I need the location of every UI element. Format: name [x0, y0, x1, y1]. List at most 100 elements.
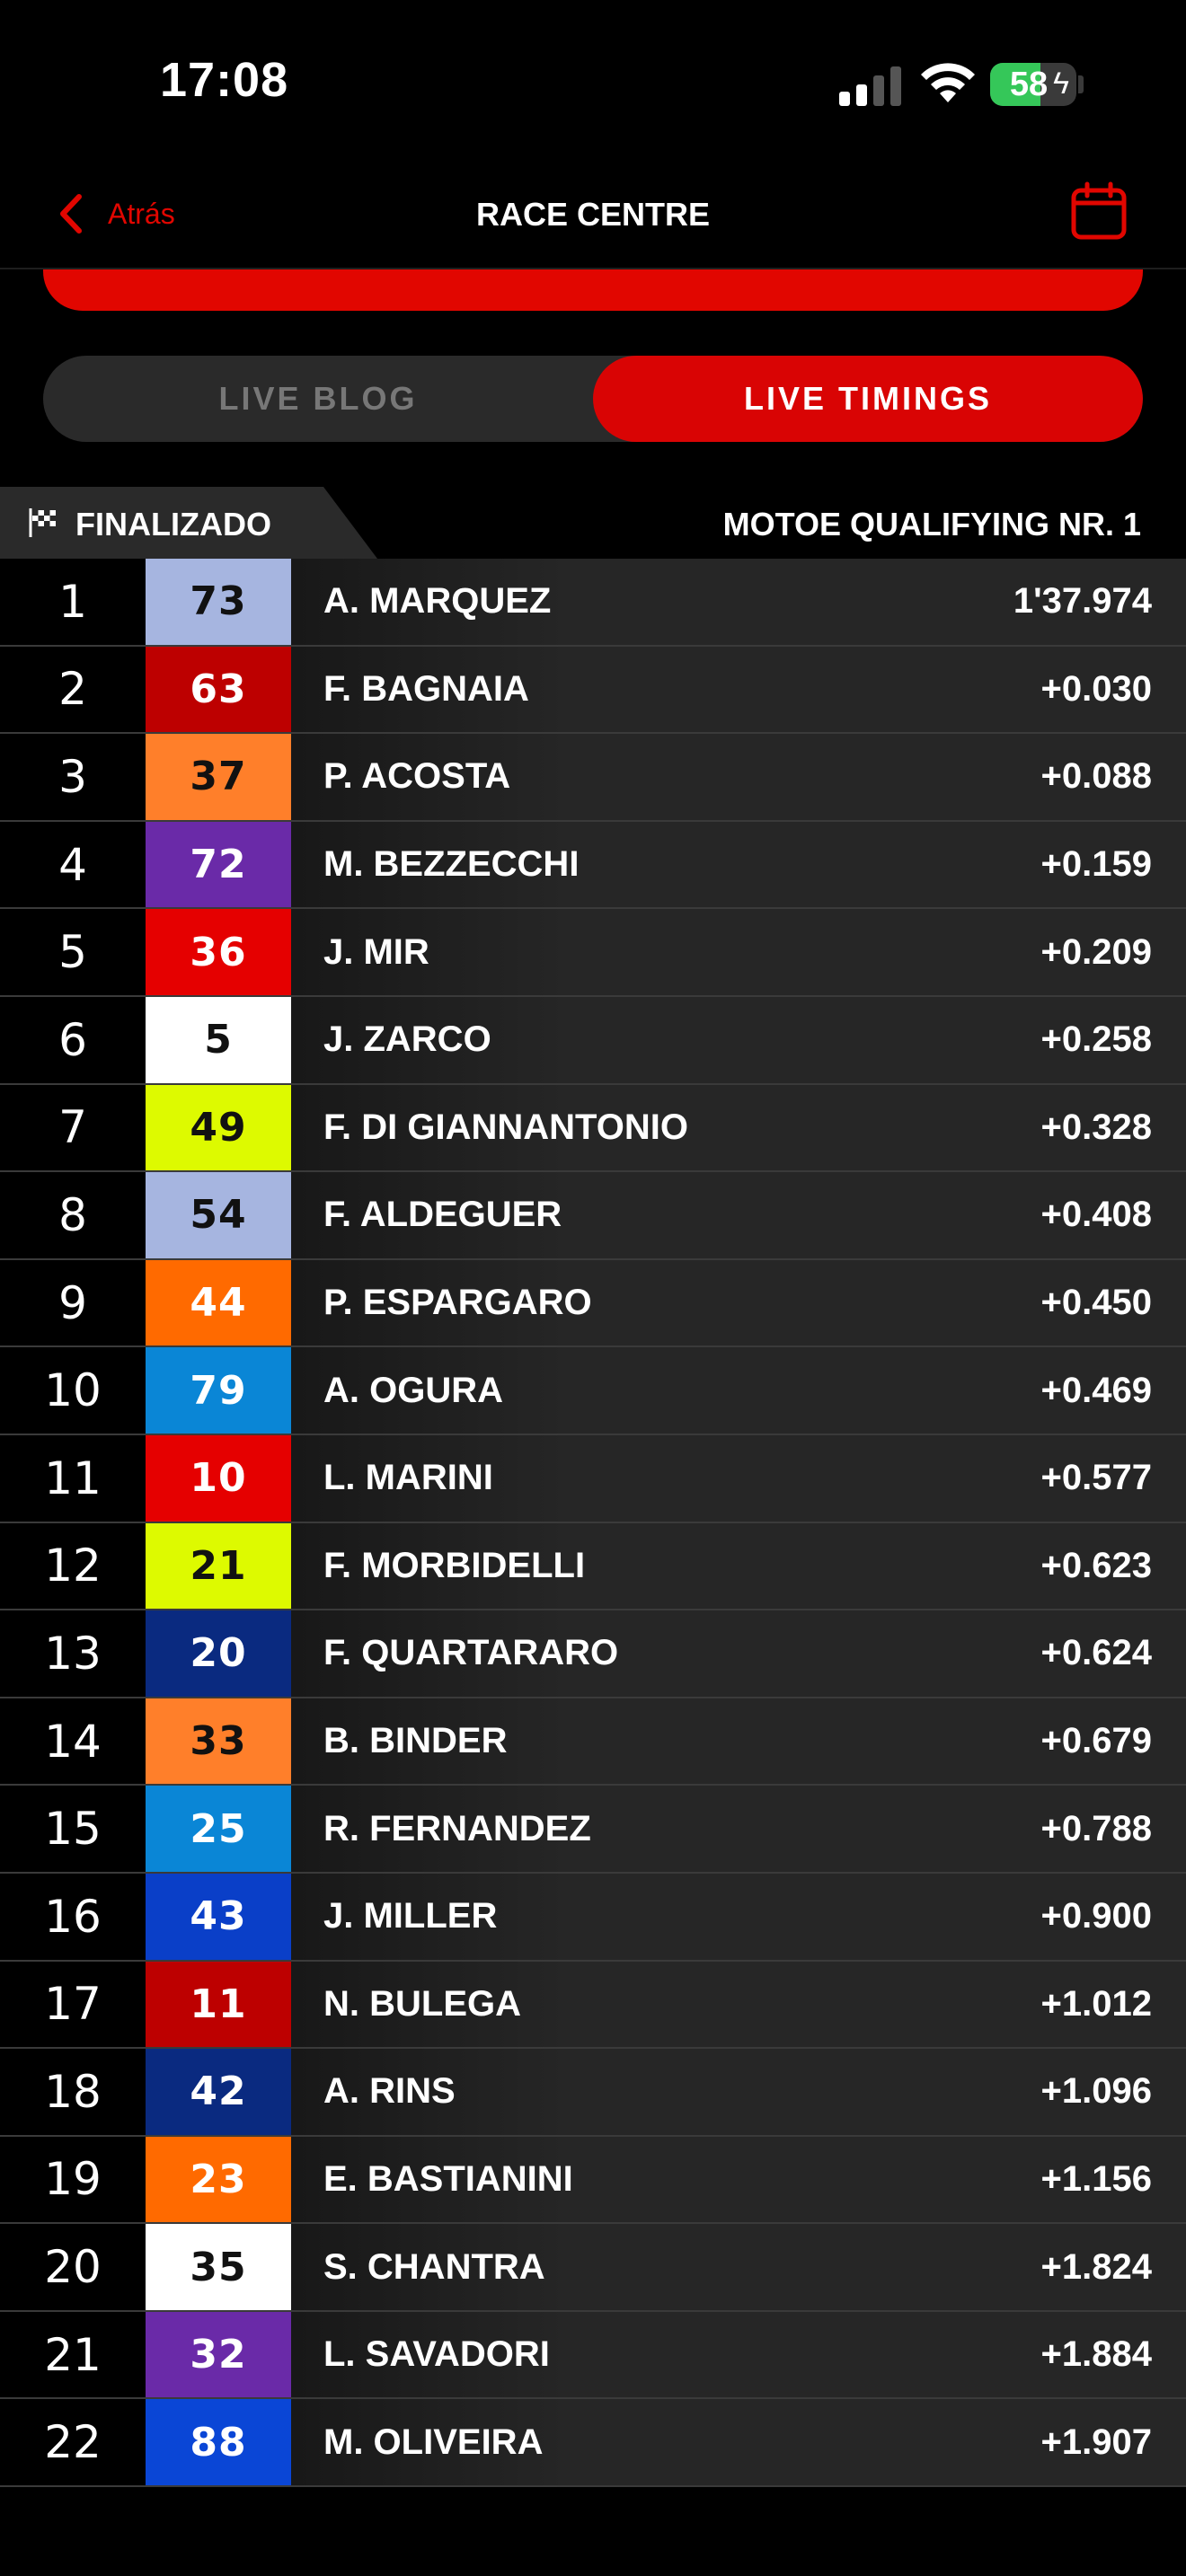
page-title: RACE CENTRE [475, 196, 710, 233]
rider-number-badge: 54 [146, 1172, 291, 1258]
battery-cap [1078, 75, 1084, 93]
position: 9 [0, 1259, 146, 1346]
position: 10 [0, 1347, 146, 1434]
position: 6 [0, 996, 146, 1083]
position: 7 [0, 1084, 146, 1171]
result-row[interactable]: 12 21 F. MORBIDELLI +0.623 [0, 1522, 1186, 1611]
lap-time-gap: +1.012 [1040, 1983, 1152, 2024]
result-row[interactable]: 4 72 M. BEZZECCHI +0.159 [0, 821, 1186, 910]
lap-time-gap: +0.258 [1040, 1019, 1152, 1060]
tab-live-timings[interactable]: LIVE TIMINGS [593, 356, 1143, 442]
status-bar: 17:08 58 ϟ [0, 0, 1186, 162]
rider-name: S. CHANTRA [323, 2246, 545, 2287]
navigation-bar: RACE CENTRE Atrás [0, 162, 1186, 269]
rider-number-badge: 23 [146, 2136, 291, 2223]
lap-time-gap: +1.884 [1040, 2334, 1152, 2375]
rider-name: F. MORBIDELLI [323, 1545, 586, 1585]
position: 16 [0, 1873, 146, 1960]
rider-number-badge: 11 [146, 1961, 291, 2048]
lap-time-gap: +0.577 [1040, 1458, 1152, 1498]
status-time: 17:08 [160, 53, 289, 107]
result-row[interactable]: 22 88 M. OLIVEIRA +1.907 [0, 2399, 1186, 2488]
rider-number-badge: 63 [146, 646, 291, 733]
result-row[interactable]: 14 33 B. BINDER +0.679 [0, 1698, 1186, 1786]
result-row[interactable]: 10 79 A. OGURA +0.469 [0, 1347, 1186, 1435]
back-button[interactable]: Atrás [58, 187, 175, 241]
rider-name: E. BASTIANINI [323, 2158, 573, 2199]
result-row[interactable]: 5 36 J. MIR +0.209 [0, 909, 1186, 997]
lap-time-gap: +0.328 [1040, 1107, 1152, 1147]
rider-name: N. BULEGA [323, 1983, 521, 2024]
lap-time-gap: +1.156 [1040, 2158, 1152, 2199]
session-name: MOTOE QUALIFYING NR. 1 [722, 506, 1141, 543]
rider-number-badge: 79 [146, 1347, 291, 1434]
rider-number-badge: 20 [146, 1610, 291, 1697]
result-row[interactable]: 19 23 E. BASTIANINI +1.156 [0, 2136, 1186, 2225]
lap-time-gap: +1.824 [1040, 2246, 1152, 2287]
lap-time-gap: +0.408 [1040, 1195, 1152, 1235]
calendar-icon[interactable] [1069, 181, 1128, 241]
rider-number-badge: 10 [146, 1434, 291, 1522]
result-row[interactable]: 3 37 P. ACOSTA +0.088 [0, 734, 1186, 822]
rider-number-badge: 43 [146, 1873, 291, 1960]
lap-time-gap: +0.088 [1040, 756, 1152, 797]
rider-name: L. MARINI [323, 1458, 493, 1498]
rider-number-badge: 5 [146, 996, 291, 1083]
result-row[interactable]: 8 54 F. ALDEGUER +0.408 [0, 1172, 1186, 1260]
lap-time-gap: +0.030 [1040, 668, 1152, 709]
rider-name: F. QUARTARARO [323, 1633, 619, 1673]
result-row[interactable]: 15 25 R. FERNANDEZ +0.788 [0, 1786, 1186, 1874]
rider-number-badge: 32 [146, 2311, 291, 2398]
lap-time-gap: +0.624 [1040, 1633, 1152, 1673]
rider-name: B. BINDER [323, 1721, 508, 1761]
lap-time-gap: +1.907 [1040, 2422, 1152, 2462]
rider-name: M. OLIVEIRA [323, 2422, 544, 2462]
rider-name: F. BAGNAIA [323, 668, 529, 709]
result-row[interactable]: 9 44 P. ESPARGARO +0.450 [0, 1259, 1186, 1348]
rider-number-badge: 49 [146, 1084, 291, 1171]
position: 1 [0, 559, 146, 645]
position: 5 [0, 909, 146, 995]
lap-time-gap: +0.450 [1040, 1283, 1152, 1323]
position: 20 [0, 2224, 146, 2310]
result-row[interactable]: 17 11 N. BULEGA +1.012 [0, 1961, 1186, 2050]
result-row[interactable]: 13 20 F. QUARTARARO +0.624 [0, 1610, 1186, 1698]
blog-timings-switch: LIVE BLOG LIVE TIMINGS [43, 356, 1143, 442]
charging-bolt-icon: ϟ [1053, 66, 1069, 101]
result-row[interactable]: 18 42 A. RINS +1.096 [0, 2049, 1186, 2137]
rider-name: P. ACOSTA [323, 756, 511, 797]
position: 4 [0, 821, 146, 908]
result-row[interactable]: 2 63 F. BAGNAIA +0.030 [0, 646, 1186, 735]
rider-name: F. ALDEGUER [323, 1195, 562, 1235]
position: 22 [0, 2399, 146, 2486]
position: 19 [0, 2136, 146, 2223]
result-row[interactable]: 7 49 F. DI GIANNANTONIO +0.328 [0, 1084, 1186, 1173]
result-row[interactable]: 20 35 S. CHANTRA +1.824 [0, 2224, 1186, 2312]
session-status: FINALIZADO [75, 506, 271, 543]
back-label: Atrás [108, 197, 175, 230]
rider-number-badge: 42 [146, 2049, 291, 2135]
result-row[interactable]: 6 5 J. ZARCO +0.258 [0, 996, 1186, 1085]
tab-live-blog[interactable]: LIVE BLOG [43, 356, 593, 442]
rider-name: J. ZARCO [323, 1019, 491, 1060]
position: 8 [0, 1172, 146, 1258]
lap-time-gap: +0.469 [1040, 1370, 1152, 1410]
rider-number-badge: 25 [146, 1786, 291, 1872]
result-row[interactable]: 16 43 J. MILLER +0.900 [0, 1873, 1186, 1962]
chevron-left-icon [60, 194, 82, 234]
position: 15 [0, 1786, 146, 1872]
result-row[interactable]: 11 10 L. MARINI +0.577 [0, 1434, 1186, 1523]
position: 17 [0, 1961, 146, 2048]
rider-number-badge: 37 [146, 734, 291, 820]
position: 14 [0, 1698, 146, 1785]
result-row[interactable]: 1 73 A. MARQUEZ 1'37.974 [0, 559, 1186, 647]
lap-time-gap: 1'37.974 [1013, 581, 1152, 622]
session-header: FINALIZADO MOTOE QUALIFYING NR. 1 [0, 487, 1186, 559]
wifi-icon [921, 63, 975, 102]
rider-number-badge: 44 [146, 1259, 291, 1346]
result-row[interactable]: 21 32 L. SAVADORI +1.884 [0, 2311, 1186, 2400]
position: 12 [0, 1522, 146, 1610]
lap-time-gap: +1.096 [1040, 2071, 1152, 2112]
checkered-flag-icon [29, 508, 56, 537]
results-table: 1 73 A. MARQUEZ 1'37.974 2 63 F. BAGNAIA +0.030… [0, 559, 1186, 2488]
